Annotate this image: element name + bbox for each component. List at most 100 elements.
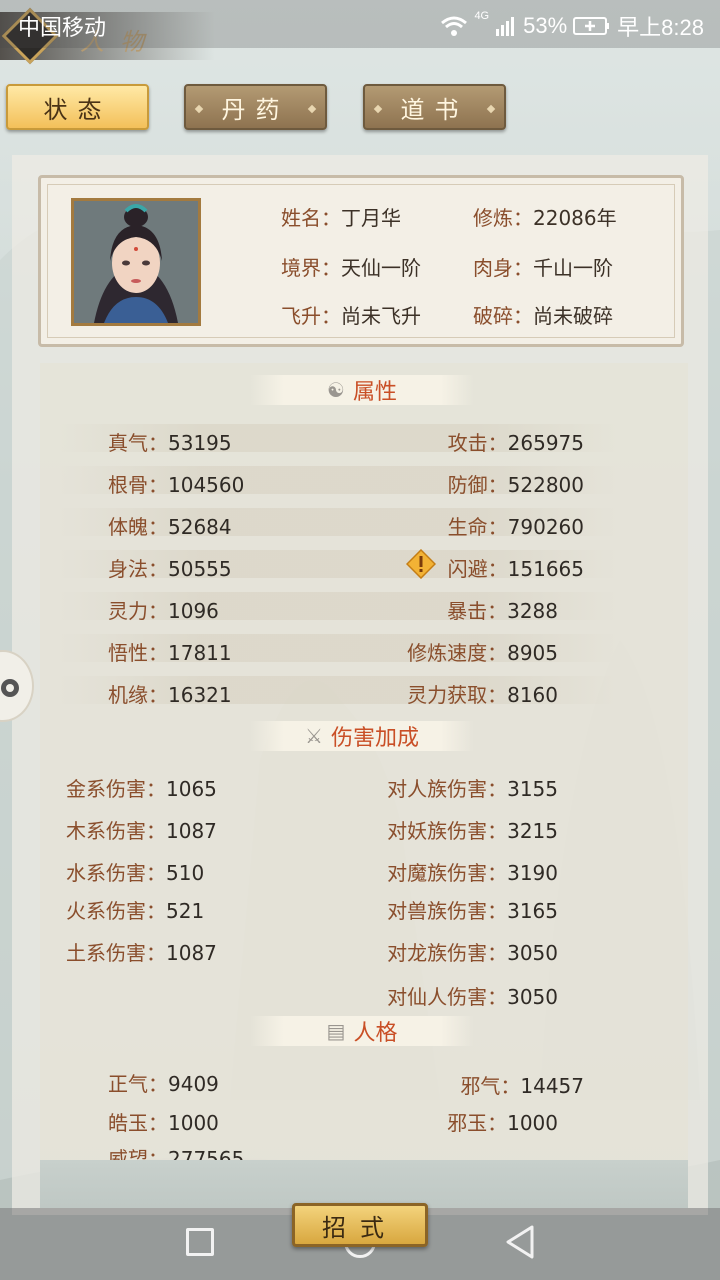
stat-comprehension: 悟性：17811 <box>108 637 232 666</box>
stat-label: 对仙人伤害： <box>387 985 508 1009</box>
scroll-icon: ▤ <box>326 1019 346 1043</box>
stat-label: 根骨： <box>108 473 168 497</box>
stat-metal-damage: 金系伤害：1065 <box>66 773 217 802</box>
stat-dodge: 闪避：151665 <box>448 553 584 582</box>
stat-value: 1096 <box>168 599 219 623</box>
tab-taoist-books-label: 道书 <box>400 95 469 124</box>
warning-icon[interactable] <box>406 549 436 579</box>
stat-label: 正气： <box>108 1072 168 1096</box>
stat-label: 对龙族伤害： <box>387 941 508 965</box>
profile-realm-value: 天仙一阶 <box>341 256 421 280</box>
stat-label: 皓玉： <box>108 1111 168 1135</box>
stat-value: 1087 <box>166 819 217 843</box>
stat-label: 灵力： <box>108 599 168 623</box>
stat-value: 1000 <box>507 1111 558 1135</box>
stat-vs-devil-damage: 对魔族伤害：3190 <box>387 857 558 886</box>
stat-value: 3050 <box>507 985 558 1009</box>
profile-card: 姓名：丁月华 修炼：22086年 境界：天仙一阶 肉身：千山一阶 飞升：尚未飞升… <box>38 175 684 347</box>
section-title-personality: 人格 <box>353 1021 398 1046</box>
battery-icon <box>573 17 610 35</box>
stat-physique: 体魄：52684 <box>108 511 232 540</box>
section-title-damage: 伤害加成 <box>330 726 419 751</box>
stat-label: 对妖族伤害： <box>387 819 508 843</box>
battery-percent: 53% <box>523 13 568 38</box>
stat-fortune: 机缘：16321 <box>108 679 232 708</box>
profile-shatter: 破碎：尚未破碎 <box>473 300 613 329</box>
tab-bar: 状态 丹药 道书 <box>0 84 720 134</box>
stat-value: 16321 <box>168 683 232 707</box>
stat-label: 火系伤害： <box>66 899 166 923</box>
stat-critical: 暴击：3288 <box>447 595 558 624</box>
stat-value: 52684 <box>168 515 232 539</box>
stat-earth-damage: 土系伤害：1087 <box>66 937 217 966</box>
stat-label: 闪避： <box>447 557 508 581</box>
stat-value: 151665 <box>507 557 584 581</box>
stat-spirit-power: 灵力：1096 <box>108 595 219 624</box>
stat-fire-damage: 火系伤害：521 <box>66 895 204 924</box>
stat-label: 邪气： <box>460 1074 521 1098</box>
character-portrait[interactable] <box>71 198 201 326</box>
tab-elixirs[interactable]: 丹药 <box>184 84 327 130</box>
stat-label: 真气： <box>108 431 168 455</box>
stat-value: 510 <box>166 861 205 885</box>
tab-status[interactable]: 状态 <box>6 84 149 130</box>
section-header-damage: ⚔ 伤害加成 <box>250 721 474 751</box>
tab-taoist-books[interactable]: 道书 <box>363 84 506 130</box>
skills-button[interactable]: 招式 <box>292 1203 428 1247</box>
stat-value: 3050 <box>507 941 558 965</box>
stat-attack: 攻击：265975 <box>448 427 584 456</box>
stat-value: 1087 <box>166 941 217 965</box>
character-avatar-icon <box>74 201 198 323</box>
stat-vs-demon-damage: 对妖族伤害：3215 <box>387 815 558 844</box>
profile-name-value: 丁月华 <box>341 206 401 230</box>
signal-icon <box>496 17 515 36</box>
stat-label: 体魄： <box>108 515 168 539</box>
gear-icon <box>1 679 19 697</box>
stat-value: 104560 <box>168 473 245 497</box>
stat-value: 1065 <box>166 777 217 801</box>
stat-label: 防御： <box>447 473 508 497</box>
profile-cultivation-key: 修炼： <box>473 206 533 230</box>
back-icon[interactable] <box>504 1224 536 1260</box>
stat-vs-immortal-damage: 对仙人伤害：3050 <box>387 981 558 1010</box>
profile-shatter-value: 尚未破碎 <box>533 304 613 328</box>
stat-value: 1000 <box>168 1111 219 1135</box>
stat-value: 8905 <box>507 641 558 665</box>
profile-realm: 境界：天仙一阶 <box>281 252 421 281</box>
stat-righteousness: 正气：9409 <box>108 1068 219 1097</box>
stat-label: 对兽族伤害： <box>387 899 508 923</box>
profile-body-key: 肉身： <box>473 256 533 280</box>
section-header-personality: ▤ 人格 <box>250 1016 474 1046</box>
stat-label: 金系伤害： <box>66 777 166 801</box>
stat-bright-jade: 皓玉：1000 <box>108 1107 219 1136</box>
stat-value: 3165 <box>507 899 558 923</box>
stat-value: 790260 <box>507 515 584 539</box>
profile-ascension: 飞升：尚未飞升 <box>281 300 421 329</box>
tab-ornament-icon <box>194 104 204 114</box>
stat-label: 邪玉： <box>447 1111 508 1135</box>
stat-value: 3215 <box>507 819 558 843</box>
stat-label: 身法： <box>108 557 168 581</box>
stat-value: 3190 <box>507 861 558 885</box>
profile-cultivation-value: 22086年 <box>533 206 617 230</box>
stat-evil-qi: 邪气：14457 <box>460 1070 584 1099</box>
stat-value: 8160 <box>507 683 558 707</box>
tab-ornament-icon <box>486 104 496 114</box>
stat-label: 机缘： <box>108 683 168 707</box>
stat-vs-dragon-damage: 对龙族伤害：3050 <box>387 937 558 966</box>
stat-water-damage: 水系伤害：510 <box>66 857 204 886</box>
stat-vs-human-damage: 对人族伤害：3155 <box>387 773 558 802</box>
stat-vs-beast-damage: 对兽族伤害：3165 <box>387 895 558 924</box>
recent-apps-icon[interactable] <box>186 1228 214 1256</box>
stat-label: 悟性： <box>108 641 168 665</box>
stat-label: 木系伤害： <box>66 819 166 843</box>
stat-evil-jade: 邪玉：1000 <box>447 1107 558 1136</box>
profile-body-value: 千山一阶 <box>533 256 613 280</box>
stat-value: 9409 <box>168 1072 219 1096</box>
tab-elixirs-label: 丹药 <box>221 95 290 124</box>
stat-value: 17811 <box>168 641 232 665</box>
tab-ornament-icon <box>373 104 383 114</box>
stat-defense: 防御：522800 <box>448 469 584 498</box>
stat-cultivation-speed: 修炼速度：8905 <box>407 637 558 666</box>
carrier-label: 中国移动 <box>18 15 107 40</box>
